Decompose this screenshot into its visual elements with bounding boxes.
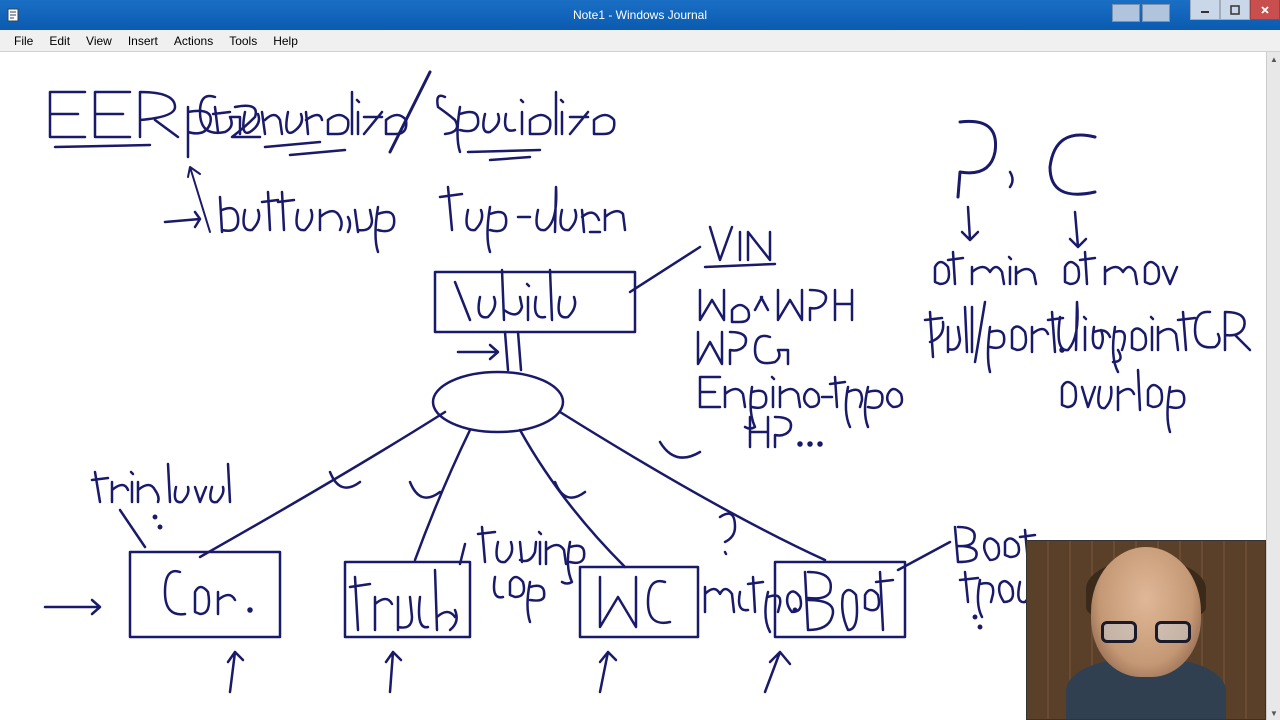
menu-help[interactable]: Help [265,32,306,50]
vertical-scrollbar[interactable]: ▲ ▼ [1266,52,1280,720]
maximize-button[interactable] [1220,0,1250,20]
window-controls [1190,0,1280,20]
menu-insert[interactable]: Insert [120,32,166,50]
aero-snap-preview [1112,4,1170,22]
menubar: File Edit View Insert Actions Tools Help [0,30,1280,52]
window-title: Note1 - Windows Journal [573,8,707,22]
menu-actions[interactable]: Actions [166,32,221,50]
scroll-up-arrow[interactable]: ▲ [1267,52,1280,66]
close-button[interactable] [1250,0,1280,20]
menu-view[interactable]: View [78,32,120,50]
menu-file[interactable]: File [6,32,41,50]
menu-edit[interactable]: Edit [41,32,78,50]
minimize-button[interactable] [1190,0,1220,20]
webcam-overlay [1026,540,1266,720]
titlebar: Note1 - Windows Journal [0,0,1280,30]
scroll-down-arrow[interactable]: ▼ [1267,706,1280,720]
menu-tools[interactable]: Tools [221,32,265,50]
app-icon [6,7,22,23]
